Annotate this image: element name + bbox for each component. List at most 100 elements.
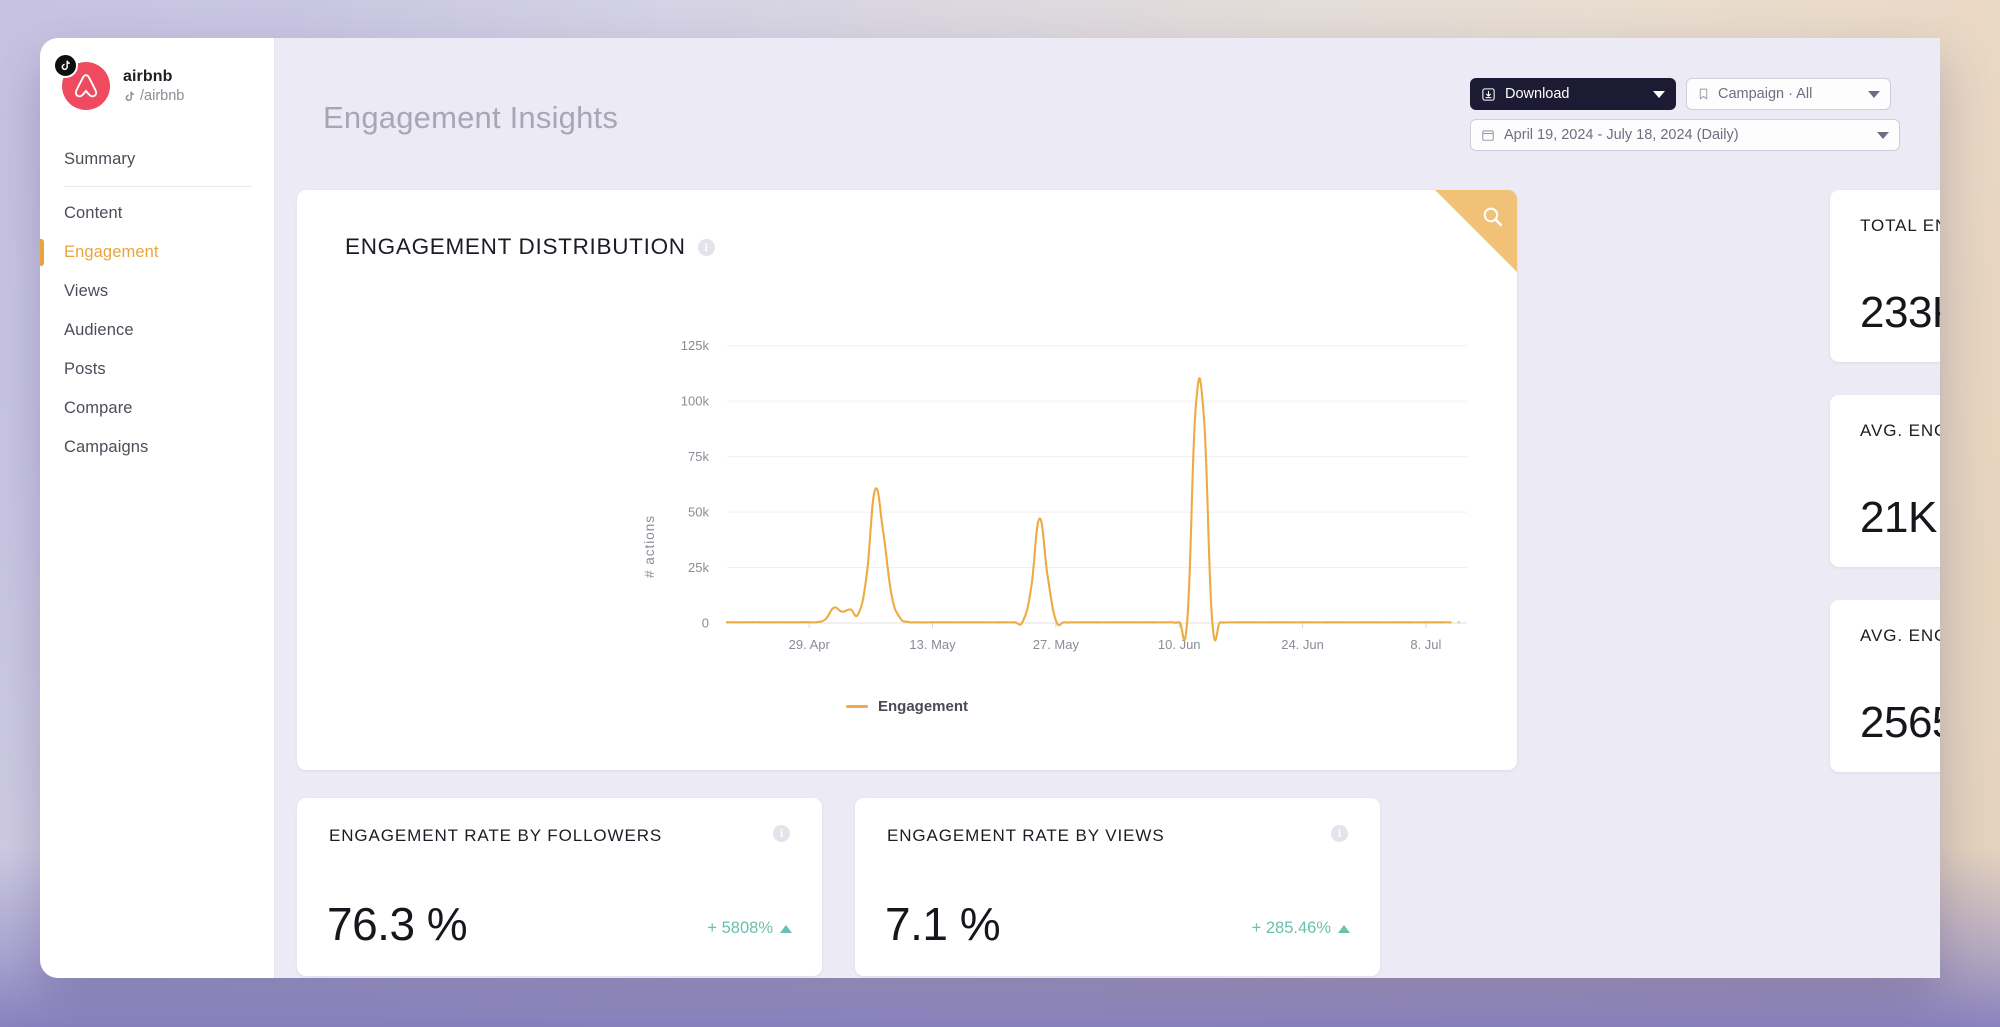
kpi-value: 233K: [1860, 288, 1940, 337]
series-point: [947, 621, 951, 624]
trend-up-icon: [1338, 924, 1350, 933]
sidebar-item-campaigns[interactable]: Campaigns: [40, 428, 274, 467]
chevron-down-icon: [1877, 131, 1889, 139]
info-icon[interactable]: i: [773, 825, 790, 842]
series-point: [964, 621, 967, 624]
card-engagement-rate-by-views: ENGAGEMENT RATE BY VIEWS i 7.1 % + 285.4…: [855, 798, 1380, 976]
x-axis-tick-label: 27. May: [1033, 637, 1080, 652]
series-point: [734, 621, 737, 624]
calendar-icon: [1482, 130, 1494, 141]
search-icon: [1483, 207, 1503, 227]
series-point: [1367, 621, 1370, 624]
series-point: [1169, 621, 1173, 624]
tiktok-icon: [53, 53, 78, 78]
chart-plot[interactable]: 0 25k 50k 75k 100k 125k 29. Apr 13. May 27. May 1…: [297, 298, 1517, 698]
series-point: [1063, 621, 1066, 624]
campaign-filter-label: Campaign · All: [1718, 86, 1813, 102]
legend-swatch-engagement: [845, 705, 868, 708]
sidebar-item-engagement[interactable]: Engagement: [40, 233, 274, 272]
chart-legend: Engagement: [297, 698, 1517, 715]
profile-block[interactable]: airbnb /airbnb: [40, 53, 274, 110]
profile-handle-text: /airbnb: [140, 88, 185, 104]
sidebar-item-content[interactable]: Content: [40, 194, 274, 233]
series-point: [725, 621, 729, 624]
series-point: [1243, 621, 1247, 624]
sidebar-item-audience[interactable]: Audience: [40, 311, 274, 350]
series-point: [1120, 621, 1123, 624]
series-point: [1079, 621, 1082, 624]
card-delta: + 285.46%: [1252, 919, 1350, 938]
series-point: [1375, 621, 1378, 624]
chevron-down-icon: [1868, 90, 1880, 98]
info-icon[interactable]: i: [1331, 825, 1348, 842]
series-point: [1433, 621, 1436, 624]
card-value: 76.3 %: [327, 898, 468, 950]
sidebar-item-summary[interactable]: Summary: [40, 140, 274, 179]
legend-label-engagement: Engagement: [877, 698, 968, 715]
x-axis-tick-label: 10. Jun: [1158, 637, 1201, 652]
series-point: [1424, 621, 1427, 624]
date-range-select[interactable]: April 19, 2024 - July 18, 2024 (Daily): [1470, 119, 1900, 151]
series-point: [1334, 621, 1337, 624]
series-point: [1317, 621, 1321, 624]
series-point: [1178, 621, 1181, 624]
download-button[interactable]: Download: [1470, 78, 1676, 110]
series-point: [1112, 621, 1115, 624]
info-icon[interactable]: i: [697, 238, 715, 256]
engagement-distribution-card: ENGAGEMENT DISTRIBUTION i # actions 0 25k…: [297, 190, 1517, 770]
chart-title: ENGAGEMENT DISTRIBUTION: [345, 234, 686, 259]
kpi-value: 2565: [1860, 698, 1940, 747]
kpi-value: 21K: [1860, 493, 1937, 542]
avatar: [53, 53, 110, 110]
series-point: [799, 621, 803, 624]
series-point: [931, 621, 934, 624]
series-point: [915, 621, 918, 624]
x-axis-tick-label: 29. Apr: [789, 637, 831, 652]
bookmark-icon: [1699, 88, 1708, 100]
series-point: [1021, 619, 1025, 623]
header-controls: Download Campaign · All April 19, 2024 -…: [1470, 78, 1900, 151]
page-title: Engagement Insights: [323, 100, 619, 135]
sidebar-item-posts[interactable]: Posts: [40, 350, 274, 389]
series-point: [989, 621, 992, 624]
x-axis-tick-label: 13. May: [909, 637, 956, 652]
series-point: [1391, 621, 1395, 624]
sidebar-item-compare[interactable]: Compare: [40, 389, 274, 428]
series-point: [997, 621, 1000, 624]
series-line-engagement: [725, 377, 1452, 642]
download-label: Download: [1505, 86, 1570, 102]
profile-handle: /airbnb: [123, 88, 184, 104]
chart-header: ENGAGEMENT DISTRIBUTION i: [297, 190, 1517, 260]
series-point: [1383, 621, 1386, 624]
y-axis-tick-label: 100k: [681, 394, 710, 409]
card-delta-text: + 5808%: [707, 919, 773, 937]
series-point: [939, 621, 942, 624]
date-range-label: April 19, 2024 - July 18, 2024 (Daily): [1504, 127, 1739, 143]
download-icon: [1482, 87, 1495, 101]
series-point: [923, 621, 926, 624]
series-point: [1285, 621, 1288, 624]
series-point: [767, 621, 770, 624]
series-point: [1235, 621, 1238, 624]
card-title: ENGAGEMENT RATE BY VIEWS: [887, 826, 1165, 845]
y-axis-tick-label: 50k: [688, 505, 709, 520]
series-point: [775, 621, 778, 624]
series-point: [1137, 621, 1140, 624]
card-value: 7.1 %: [885, 898, 1001, 950]
series-point: [1350, 621, 1353, 624]
series-point: [816, 621, 819, 624]
card-delta: + 5808%: [707, 919, 792, 938]
kpi-card-avg-engagement-per-day: AVG. ENGAGEMENT/ DAY i 2565 + 6467.87%: [1830, 600, 1940, 772]
series-point: [1359, 621, 1362, 624]
sidebar-nav: Summary Content Engagement Views Audienc…: [40, 140, 274, 467]
campaign-filter-select[interactable]: Campaign · All: [1686, 78, 1891, 110]
series-point: [1153, 621, 1156, 624]
series-point: [1400, 621, 1403, 624]
y-axis-tick-label: 75k: [688, 449, 709, 464]
series-point: [1416, 621, 1419, 624]
app-window: airbnb /airbnb Summary Content Engagemen…: [40, 38, 1940, 978]
kpi-title: AVG. ENGAGEMENT: [1860, 421, 1940, 440]
sidebar: airbnb /airbnb Summary Content Engagemen…: [40, 38, 275, 978]
card-delta-text: + 285.46%: [1251, 919, 1331, 937]
sidebar-item-views[interactable]: Views: [40, 272, 274, 311]
